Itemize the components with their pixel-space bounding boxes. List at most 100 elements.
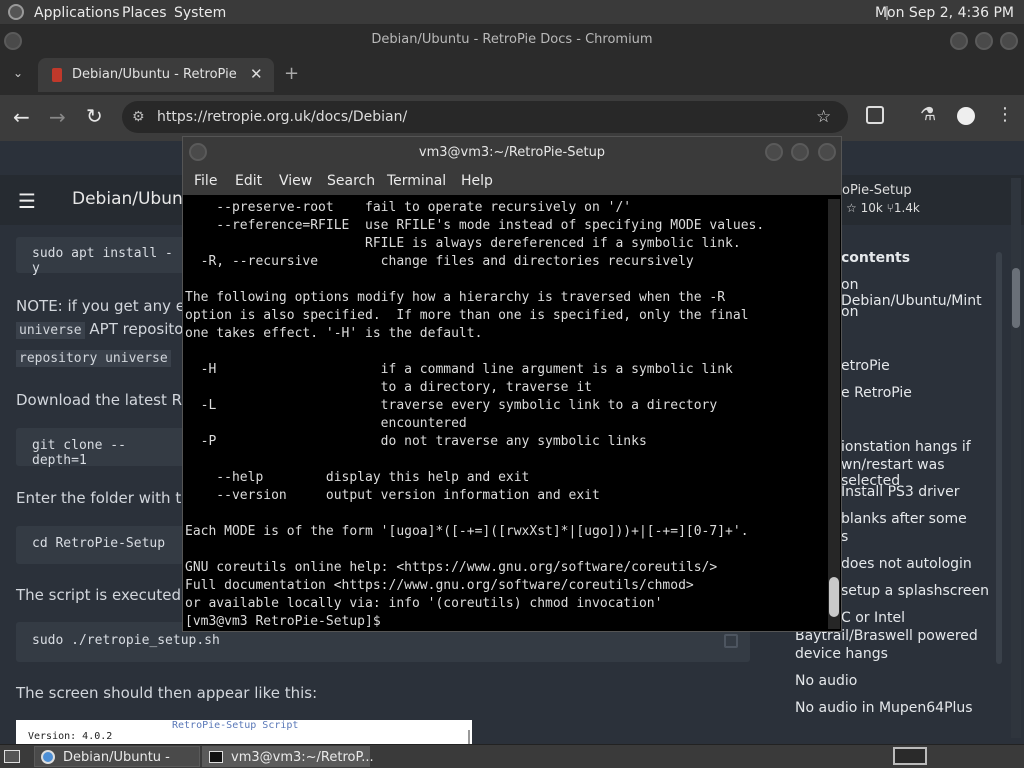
menu-terminal[interactable]: Terminal bbox=[387, 173, 446, 189]
toc-item[interactable]: Install PS3 driver bbox=[841, 484, 959, 500]
terminal-line: option is also specified. If more than o… bbox=[185, 308, 749, 323]
note-text: NOTE: if you get any err bbox=[16, 297, 198, 315]
toc-item[interactable]: No audio bbox=[795, 673, 857, 689]
forward-arrow-icon[interactable]: → bbox=[49, 105, 66, 129]
code-text: sudo ./retropie_setup.sh bbox=[32, 633, 220, 648]
terminal-window-menu-button[interactable] bbox=[189, 143, 207, 161]
setup-screenshot-preview: RetroPie-Setup Script Version: 4.0.2 bbox=[16, 720, 472, 744]
toc-item[interactable]: s bbox=[841, 529, 848, 545]
tab-title: Debian/Ubuntu - RetroPie Do bbox=[72, 67, 240, 82]
page-header-title: Debian/Ubuntu bbox=[72, 189, 201, 209]
browser-window-title: Debian/Ubuntu - RetroPie Docs - Chromium bbox=[371, 32, 653, 47]
terminal-line: encountered bbox=[185, 416, 467, 431]
top-panel: Applications Places System Mon Sep 2, 4:… bbox=[0, 0, 1024, 25]
menu-edit[interactable]: Edit bbox=[235, 173, 262, 189]
menu-search[interactable]: Search bbox=[327, 173, 375, 189]
close-tab-icon[interactable]: ✕ bbox=[250, 65, 263, 83]
close-window-button[interactable] bbox=[1000, 32, 1018, 50]
screen-paragraph: The screen should then appear like this: bbox=[16, 684, 318, 702]
applications-menu[interactable]: Applications bbox=[34, 4, 120, 22]
system-menu[interactable]: System bbox=[174, 4, 226, 22]
site-settings-icon[interactable]: ⚙ bbox=[132, 101, 145, 133]
download-paragraph: Download the latest Re bbox=[16, 391, 191, 409]
toc-item[interactable]: on Debian/Ubuntu/Mint bbox=[841, 277, 1000, 309]
taskbar-item-terminal[interactable]: vm3@vm3:~/RetroP... bbox=[202, 746, 374, 767]
taskbar-item-browser[interactable]: Debian/Ubuntu - Re... bbox=[34, 746, 200, 767]
terminal-line: Full documentation <https://www.gnu.org/… bbox=[185, 578, 694, 593]
menu-file[interactable]: File bbox=[194, 173, 217, 189]
url-text[interactable]: https://retropie.org.uk/docs/Debian/ bbox=[157, 101, 407, 133]
terminal-scrollbar-thumb[interactable] bbox=[829, 577, 839, 617]
page-scrollbar-thumb[interactable] bbox=[1012, 268, 1020, 328]
chromium-icon bbox=[41, 750, 55, 764]
terminal-line: -L traverse every symbolic link to a dir… bbox=[185, 398, 718, 413]
note-paragraph: NOTE: if you get any err bbox=[16, 297, 197, 315]
terminal-line: --version output version information and… bbox=[185, 488, 600, 503]
fork-count: 1.4k bbox=[893, 201, 920, 215]
labs-flask-icon[interactable]: ⚗ bbox=[920, 104, 936, 125]
hamburger-menu-icon[interactable]: ☰ bbox=[18, 189, 36, 213]
terminal-titlebar[interactable]: vm3@vm3:~/RetroPie-Setup bbox=[183, 137, 841, 169]
star-count: 10k bbox=[860, 201, 883, 215]
terminal-line: GNU coreutils online help: <https://www.… bbox=[185, 560, 718, 575]
maximize-button[interactable] bbox=[975, 32, 993, 50]
toc-scrollbar[interactable] bbox=[996, 252, 1002, 664]
star-icon: ☆ bbox=[846, 201, 857, 215]
system-logo-icon[interactable] bbox=[8, 4, 24, 20]
note-line-3: repository universe bbox=[16, 348, 171, 367]
toc-item[interactable]: e RetroPie bbox=[841, 385, 912, 401]
copy-icon[interactable] bbox=[724, 634, 738, 648]
note-text-2: APT reposito bbox=[89, 320, 184, 338]
toc-item[interactable]: on bbox=[841, 304, 858, 320]
menu-view[interactable]: View bbox=[279, 173, 312, 189]
reload-icon[interactable]: ↻ bbox=[86, 104, 103, 128]
places-menu[interactable]: Places bbox=[122, 4, 167, 22]
toc-item[interactable]: does not autologin bbox=[841, 556, 972, 572]
clock[interactable]: Mon Sep 2, 4:36 PM bbox=[875, 4, 1014, 22]
repo-name[interactable]: oPie-Setup bbox=[842, 183, 912, 198]
tab-search-chevron-icon[interactable]: ⌄ bbox=[13, 66, 23, 80]
code-block-apt: sudo apt install -y bbox=[16, 237, 196, 276]
minimize-button[interactable] bbox=[950, 32, 968, 50]
terminal-line: --reference=RFILE use RFILE's mode inste… bbox=[185, 218, 765, 233]
extensions-icon[interactable] bbox=[866, 106, 884, 124]
script-paragraph: The script is executed w bbox=[16, 586, 199, 604]
terminal-window[interactable]: vm3@vm3:~/RetroPie-Setup File Edit View … bbox=[182, 136, 842, 632]
address-bar[interactable]: ⚙ https://retropie.org.uk/docs/Debian/ ☆ bbox=[122, 101, 848, 133]
profile-avatar-icon[interactable] bbox=[957, 107, 975, 125]
toc-item[interactable]: blanks after some bbox=[841, 511, 967, 527]
bookmark-star-icon[interactable]: ☆ bbox=[816, 101, 831, 133]
toc-item[interactable]: C or Intel bbox=[841, 610, 905, 626]
toc-item[interactable]: No audio in Mupen64Plus bbox=[795, 700, 973, 716]
terminal-output[interactable]: --preserve-root fail to operate recursiv… bbox=[185, 199, 821, 629]
toc-item[interactable]: device hangs bbox=[795, 646, 888, 662]
window-menu-button[interactable] bbox=[4, 32, 22, 50]
terminal-line: or available locally via: info '(coreuti… bbox=[185, 596, 663, 611]
browser-menu-icon[interactable]: ⋮ bbox=[996, 104, 1014, 125]
taskbar-item-label: vm3@vm3:~/RetroP... bbox=[231, 750, 374, 765]
terminal-icon bbox=[209, 751, 223, 763]
tab-retropie[interactable]: Debian/Ubuntu - RetroPie Do ✕ bbox=[38, 58, 274, 92]
back-arrow-icon[interactable]: ← bbox=[13, 105, 30, 129]
browser-titlebar[interactable]: Debian/Ubuntu - RetroPie Docs - Chromium bbox=[0, 25, 1024, 57]
terminal-minimize-button[interactable] bbox=[765, 143, 783, 161]
toc-item[interactable]: setup a splashscreen bbox=[841, 583, 989, 599]
preview-title: RetroPie-Setup Script bbox=[172, 720, 299, 731]
toc-item[interactable]: ionstation hangs if bbox=[841, 439, 971, 455]
terminal-scrollbar[interactable] bbox=[828, 199, 840, 629]
terminal-line: Each MODE is of the form '[ugoa]*([-+=](… bbox=[185, 524, 749, 539]
show-desktop-icon[interactable] bbox=[4, 750, 20, 763]
toc-item[interactable]: etroPie bbox=[841, 358, 890, 374]
inline-code-repo: repository universe bbox=[16, 350, 171, 367]
page-scrollbar[interactable] bbox=[1011, 178, 1021, 738]
workspace-switcher-icon[interactable] bbox=[893, 747, 927, 765]
terminal-maximize-button[interactable] bbox=[791, 143, 809, 161]
code-block-cd: cd RetroPie-Setup bbox=[16, 526, 196, 564]
inline-code-universe: universe bbox=[16, 322, 85, 339]
new-tab-button[interactable]: + bbox=[284, 63, 299, 84]
menu-help[interactable]: Help bbox=[461, 173, 493, 189]
terminal-close-button[interactable] bbox=[818, 143, 836, 161]
